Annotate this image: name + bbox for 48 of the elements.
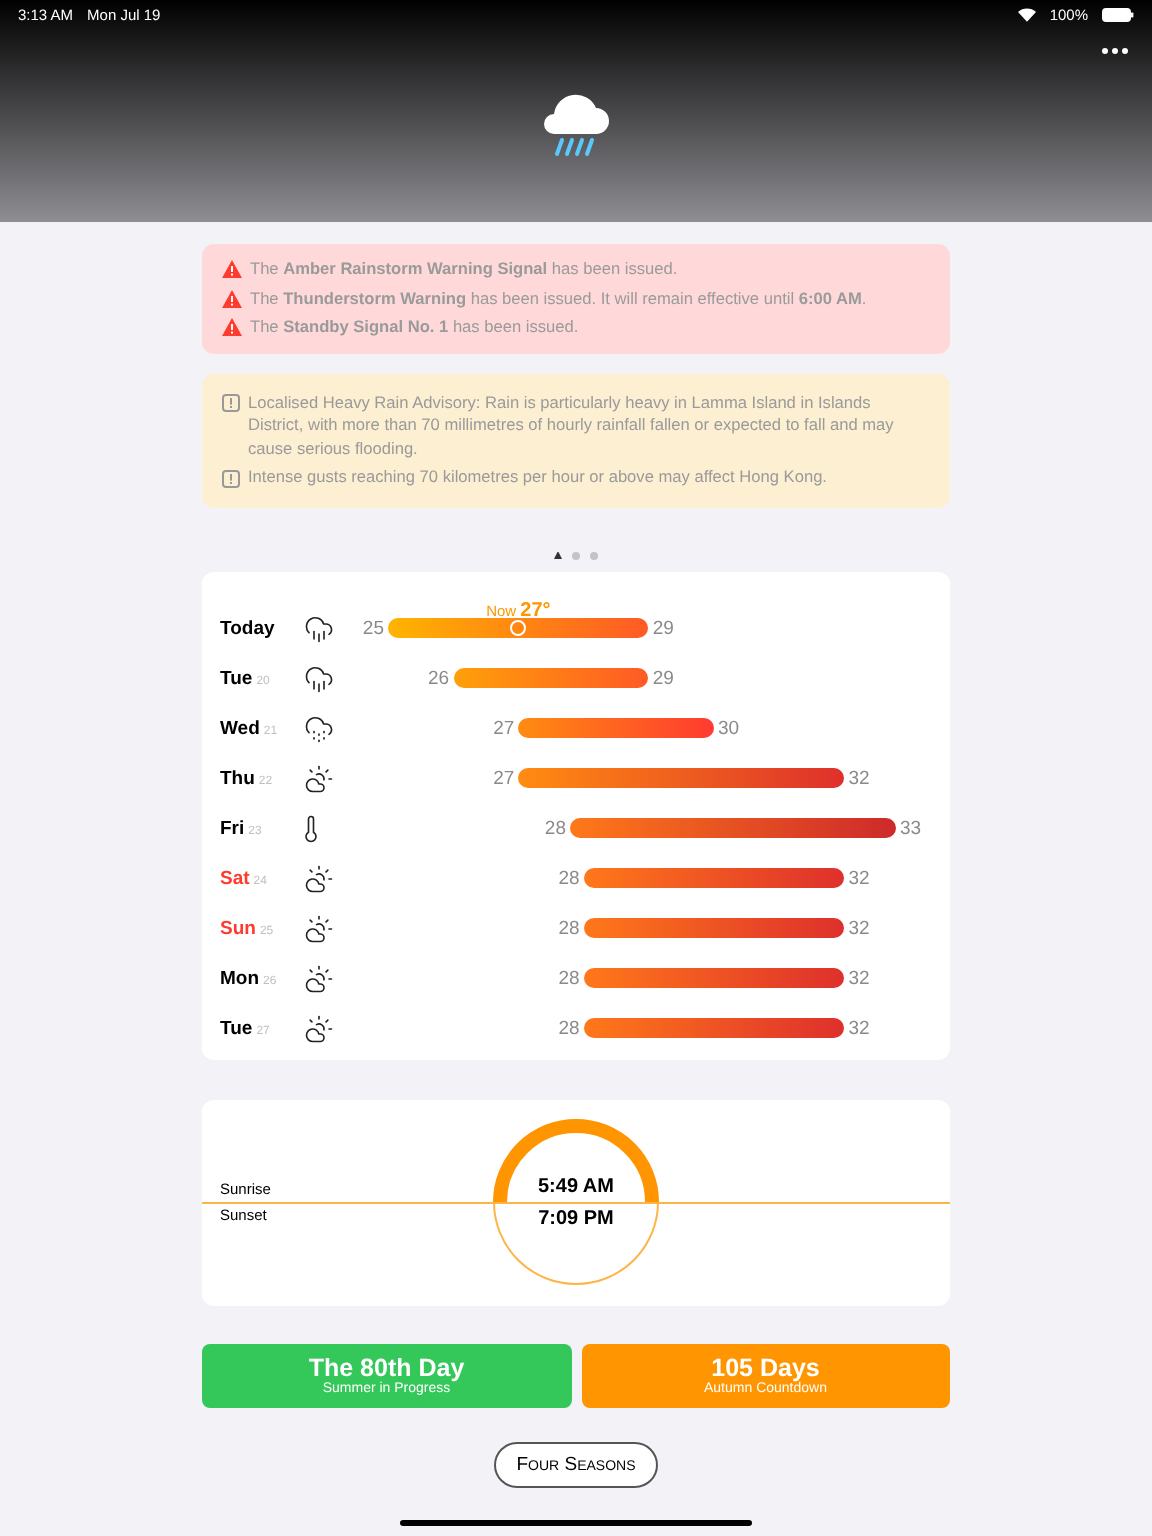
- low-temperature: 28: [556, 917, 582, 939]
- high-temperature: 29: [650, 667, 676, 689]
- season-title: 105 Days: [711, 1354, 820, 1382]
- low-temperature: 26: [426, 667, 452, 689]
- four-seasons-button[interactable]: Four Seasons: [494, 1441, 658, 1487]
- warning-text: The Amber Rainstorm Warning Signal has been issued.: [250, 258, 678, 281]
- low-temperature: 27: [491, 717, 517, 739]
- advisory-text: Intense gusts reaching 70 kilometres per hour or above may affect Hong Kong.: [248, 466, 827, 489]
- page-dot[interactable]: [590, 551, 598, 559]
- wifi-icon: [1017, 7, 1036, 21]
- warning-text: The Standby Signal No. 1 has been issued.: [250, 316, 579, 339]
- low-temperature: 28: [556, 1017, 582, 1039]
- high-temperature: 33: [898, 817, 924, 839]
- sun-cloud-icon: [304, 763, 334, 793]
- rain-cloud-icon: [304, 613, 334, 643]
- high-temperature: 32: [846, 867, 872, 889]
- season-title: The 80th Day: [308, 1354, 465, 1382]
- high-temperature: 32: [846, 917, 872, 939]
- low-temperature: 28: [556, 967, 582, 989]
- battery-icon: [1102, 7, 1134, 21]
- location-page-indicator[interactable]: [554, 551, 562, 559]
- warning-icon: [222, 289, 242, 307]
- high-temperature: 29: [650, 617, 676, 639]
- high-temperature: 30: [715, 717, 742, 739]
- warning-icon: [222, 318, 242, 336]
- more-button[interactable]: [1098, 44, 1132, 58]
- warning-text: The Thunderstorm Warning has been issued. It will remain effective until 6:00 AM.: [250, 287, 867, 310]
- drizzle-cloud-icon: [304, 713, 334, 743]
- notice-icon: [222, 394, 240, 412]
- sun-cloud-icon: [304, 1013, 334, 1043]
- rain-cloud-icon: [304, 663, 334, 693]
- notice-icon: [222, 469, 240, 487]
- low-temperature: 28: [556, 867, 582, 889]
- high-temperature: 32: [846, 967, 872, 989]
- sun-cloud-icon: [304, 963, 334, 993]
- high-temperature: 32: [846, 1017, 872, 1039]
- warning-icon: [222, 260, 242, 278]
- sun-cloud-icon: [304, 863, 334, 893]
- low-temperature: 27: [491, 767, 517, 789]
- high-temperature: 32: [846, 767, 872, 789]
- sunrise-time: 5:49 AM: [538, 1175, 614, 1197]
- low-temperature: 25: [360, 617, 386, 639]
- sun-cloud-icon: [304, 913, 334, 943]
- day-label: Today: [220, 617, 277, 639]
- advisory-text: Localised Heavy Rain Advisory: Rain is particularly heavy in Lamma Island in Islands District, with more than 70 millimetres of hourly rainfall fallen or expected to fall and may cause serious flooding.: [248, 391, 896, 460]
- sunset-time: 7:09 PM: [538, 1207, 614, 1229]
- page-dot[interactable]: [572, 551, 580, 559]
- low-temperature: 28: [542, 817, 568, 839]
